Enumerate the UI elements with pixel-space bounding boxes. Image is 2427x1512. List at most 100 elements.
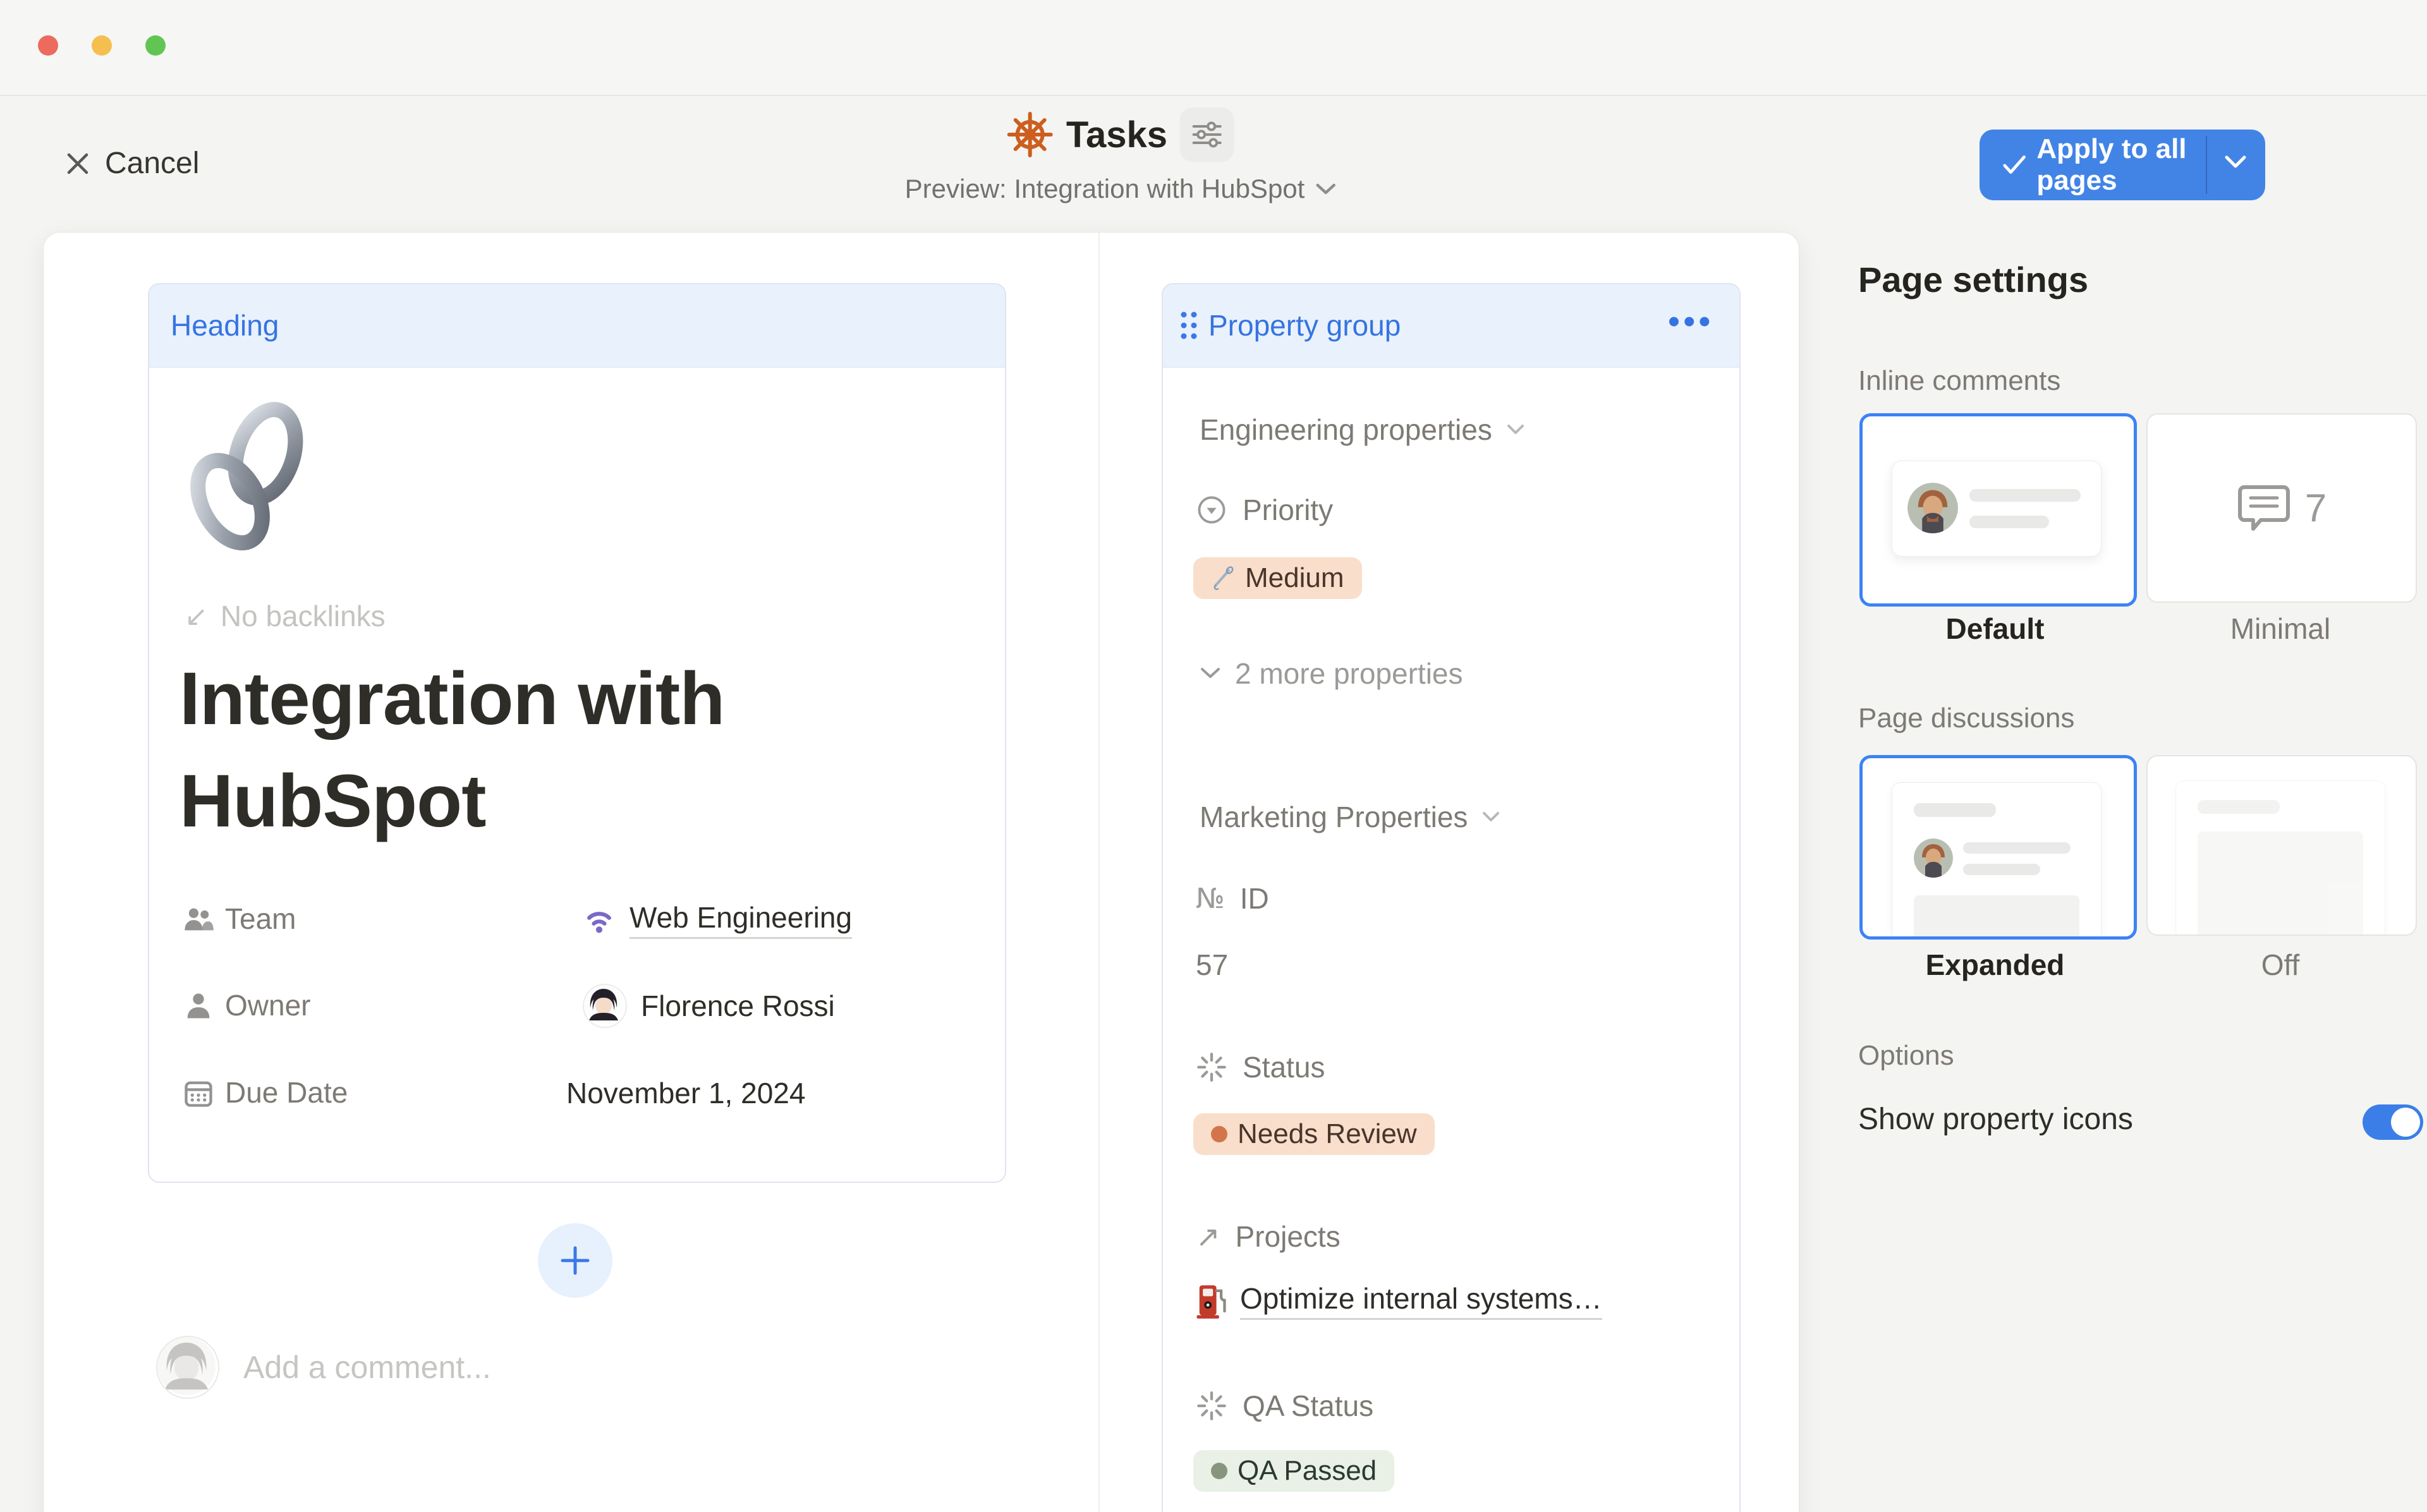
wifi-icon (583, 903, 616, 936)
app-window: Cancel Tasks (0, 0, 2427, 1512)
plus-icon (557, 1243, 593, 1278)
status-value-pill[interactable]: Needs Review (1193, 1113, 1435, 1155)
comment-preview-card (1892, 461, 2102, 557)
heading-block-label: Heading (171, 308, 279, 342)
due-date-value-text[interactable]: November 1, 2024 (566, 1076, 805, 1110)
priority-value-pill[interactable]: Medium (1193, 557, 1362, 599)
team-value[interactable]: Web Engineering (583, 894, 852, 945)
calendar-icon (182, 1077, 215, 1110)
owner-value-text[interactable]: Florence Rossi (641, 989, 835, 1023)
project-link-text: Optimize internal systems… (1240, 1281, 1602, 1320)
cancel-label: Cancel (105, 146, 199, 181)
chevron-down-icon (1200, 667, 1221, 680)
apply-split-button[interactable]: Apply to all pages (1980, 130, 2265, 200)
section-marketing-properties[interactable]: Marketing Properties (1196, 799, 1504, 835)
apply-dropdown-chevron[interactable] (2223, 154, 2248, 170)
project-link[interactable]: Optimize internal systems… (1196, 1281, 1602, 1320)
spinner-icon (1196, 1390, 1227, 1422)
chevron-down-icon (1481, 811, 1500, 823)
qa-status-value-text: QA Passed (1238, 1455, 1377, 1487)
property-group-label: Property group (1208, 308, 1401, 342)
heading-block-card[interactable]: Heading ↙ No backlinks Integration with … (148, 283, 1006, 1183)
status-property[interactable]: Status (1196, 1050, 1325, 1084)
add-comment-input[interactable]: Add a comment... (156, 1336, 491, 1399)
status-label: Status (1243, 1050, 1325, 1084)
text-placeholder-bar (1969, 516, 2049, 528)
discussion-off-preview-page (2175, 780, 2385, 936)
comment-bubble-icon (2237, 482, 2291, 534)
document-header: Tasks Preview: Integration with HubSpot (901, 107, 1341, 205)
apply-button-divider (2206, 136, 2207, 194)
show-property-icons-label: Show property icons (1858, 1102, 2133, 1137)
option-label-minimal: Minimal (2146, 612, 2414, 646)
show-property-icons-toggle[interactable] (2363, 1104, 2423, 1140)
id-label: ID (1240, 881, 1269, 916)
chevron-down-icon (1506, 423, 1525, 436)
content-placeholder-block (1914, 895, 2079, 940)
text-placeholder-bar (1914, 803, 1996, 817)
option-label-default: Default (1859, 612, 2131, 646)
window-titlebar (0, 0, 2427, 96)
id-property[interactable]: № ID (1196, 881, 1269, 916)
qa-status-value-pill[interactable]: QA Passed (1193, 1450, 1394, 1492)
more-properties-toggle[interactable]: 2 more properties (1196, 656, 1467, 691)
chain-link-icon (178, 396, 317, 553)
inline-comments-option-minimal[interactable]: 7 (2146, 413, 2417, 603)
projects-property[interactable]: ↗ Projects (1196, 1219, 1341, 1254)
cancel-button[interactable]: Cancel (61, 145, 203, 181)
content-placeholder-block (2198, 832, 2363, 936)
section-engineering-properties[interactable]: Engineering properties (1196, 412, 1529, 447)
owner-avatar (583, 984, 627, 1028)
status-dot (1211, 1126, 1227, 1142)
window-close-button[interactable] (38, 35, 58, 56)
toggle-knob (2391, 1108, 2420, 1137)
comment-avatar (156, 1336, 219, 1399)
team-icon (182, 903, 215, 936)
close-icon (64, 150, 91, 177)
priority-property[interactable]: Priority (1196, 493, 1333, 527)
page-discussions-option-expanded[interactable] (1859, 755, 2137, 940)
due-date-value[interactable]: November 1, 2024 (566, 1068, 805, 1118)
fuel-pump-icon (1196, 1283, 1226, 1319)
property-row-due-date: Due Date November 1, 2024 (149, 1068, 1005, 1118)
page-discussions-option-off[interactable] (2146, 755, 2417, 936)
preview-selector[interactable]: Preview: Integration with HubSpot (901, 173, 1341, 205)
status-value-text: Needs Review (1238, 1118, 1417, 1150)
add-block-button[interactable] (538, 1223, 612, 1298)
person-icon (182, 989, 215, 1022)
numero-icon: № (1196, 883, 1225, 915)
property-group-header[interactable]: Property group ••• (1163, 284, 1739, 368)
heading-block-header[interactable]: Heading (149, 284, 1005, 368)
select-icon (1196, 494, 1227, 526)
qa-status-dot (1211, 1463, 1227, 1479)
text-placeholder-bar (2198, 800, 2280, 814)
column-divider (1098, 233, 1100, 1512)
id-value[interactable]: 57 (1196, 948, 1228, 982)
qa-status-label: QA Status (1243, 1389, 1373, 1423)
owner-label: Owner (225, 988, 310, 1022)
qa-status-property[interactable]: QA Status (1196, 1389, 1373, 1423)
view-options-button[interactable] (1180, 107, 1234, 162)
arrow-up-right-icon: ↗ (1196, 1219, 1220, 1254)
property-group-card[interactable]: Property group ••• Engineering propertie… (1162, 283, 1741, 1512)
window-minimize-button[interactable] (92, 35, 112, 56)
window-zoom-button[interactable] (145, 35, 166, 56)
discussion-preview-page (1892, 782, 2102, 940)
drag-handle-icon[interactable] (1178, 307, 1200, 344)
inline-comments-option-default[interactable] (1859, 413, 2137, 607)
backlinks-indicator[interactable]: ↙ No backlinks (185, 599, 386, 633)
text-placeholder-bar (1969, 489, 2081, 502)
page-settings-title: Page settings (1858, 259, 2088, 300)
spinner-icon (1196, 1051, 1227, 1083)
team-value-text[interactable]: Web Engineering (630, 900, 852, 939)
owner-value[interactable]: Florence Rossi (583, 981, 835, 1031)
document-title-text[interactable]: Integration with HubSpot (179, 648, 963, 852)
page-title: Tasks (1066, 114, 1167, 156)
more-options-button[interactable]: ••• (1664, 302, 1718, 341)
check-icon (2002, 154, 2026, 176)
preview-avatar (1914, 838, 1953, 878)
priority-label: Priority (1243, 493, 1333, 527)
team-label: Team (225, 902, 296, 936)
more-properties-text: 2 more properties (1235, 656, 1463, 691)
needle-icon (1211, 566, 1235, 590)
